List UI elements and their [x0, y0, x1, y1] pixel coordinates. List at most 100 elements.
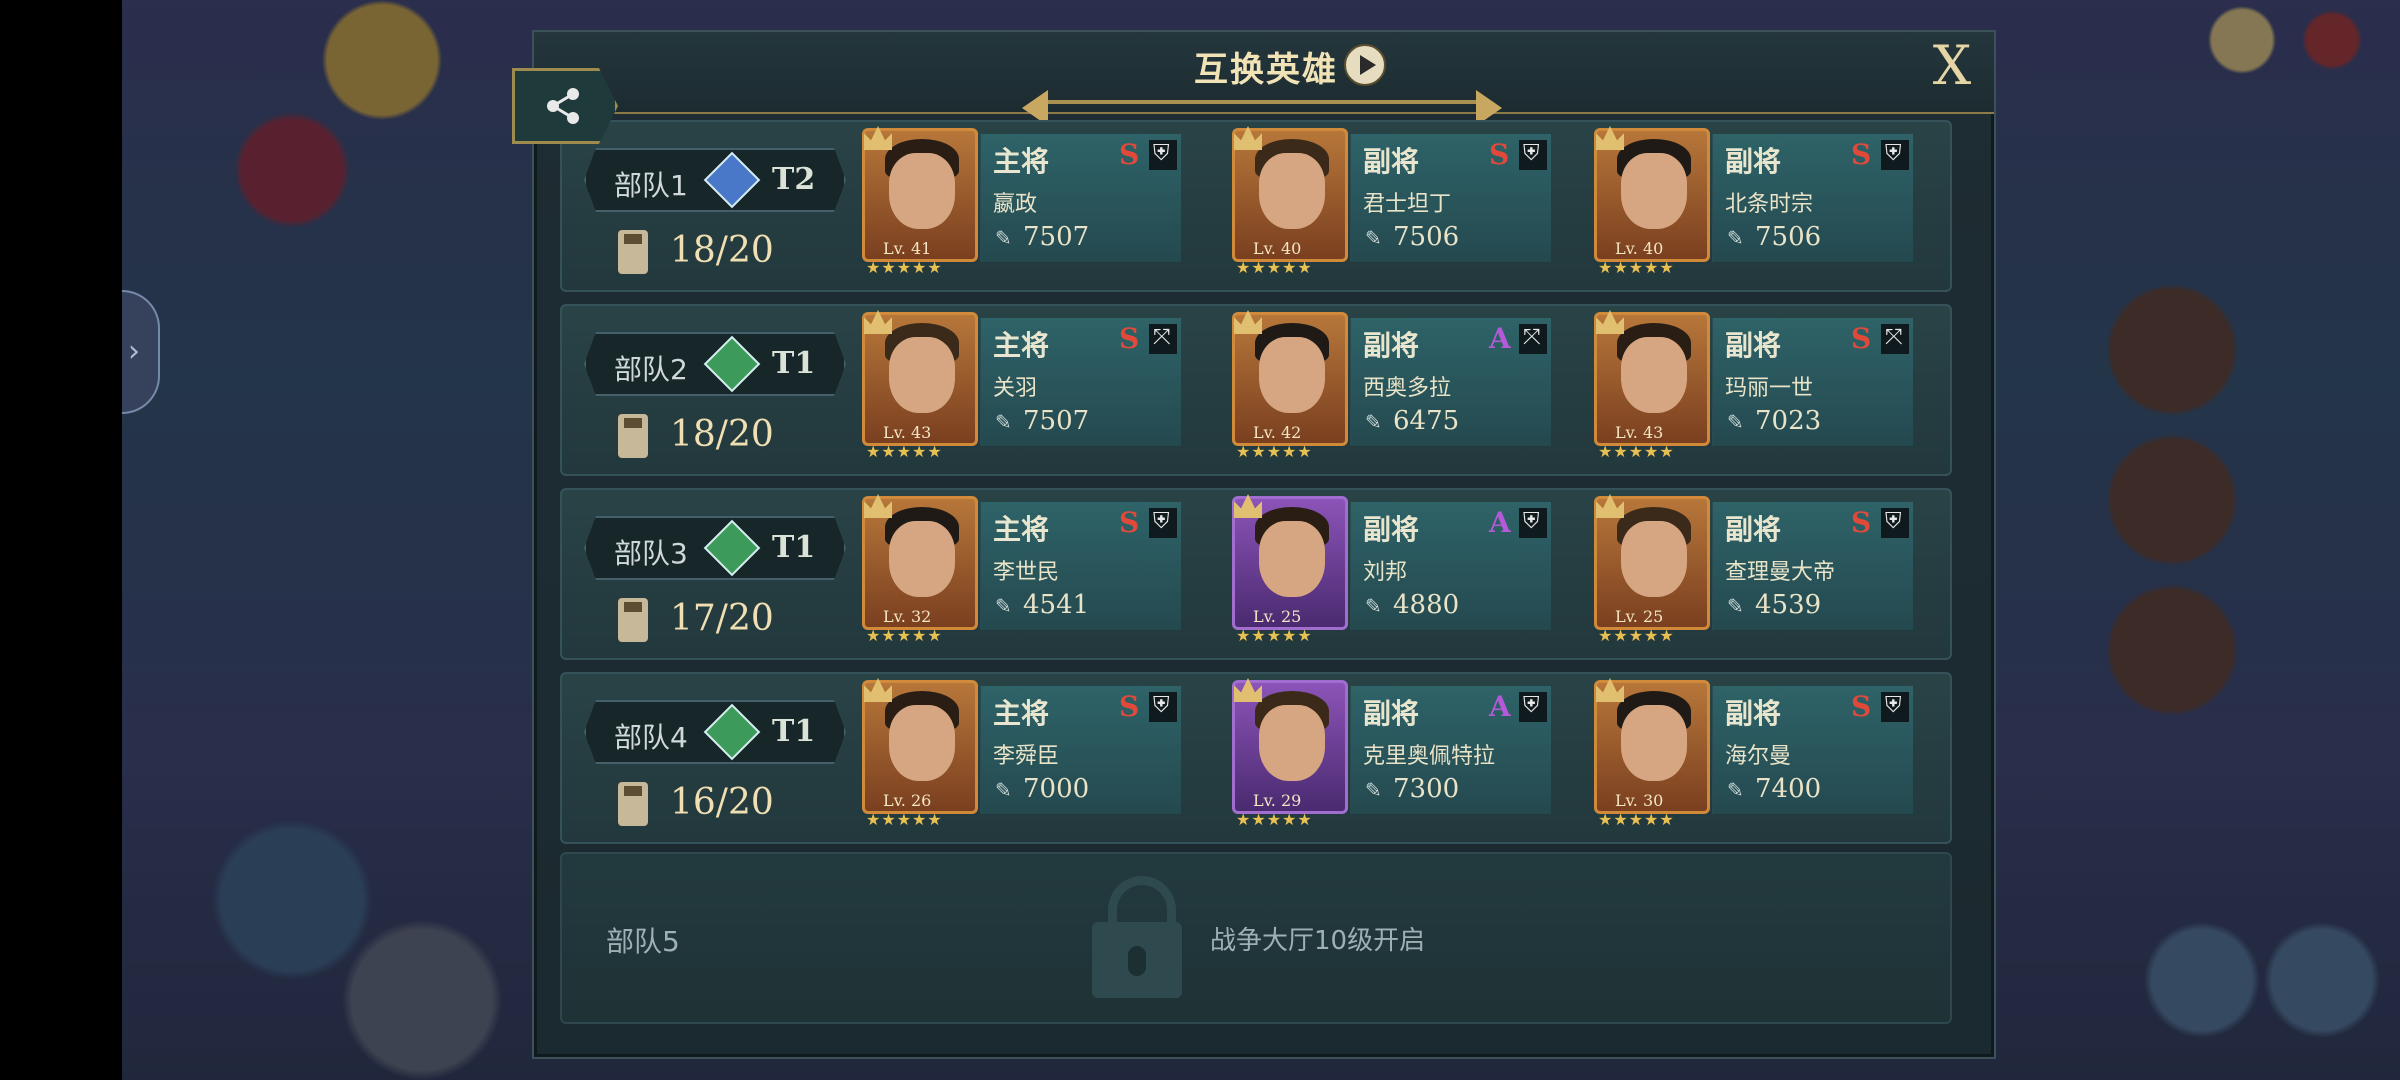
hero-rank: S — [1851, 506, 1872, 539]
hero-power: 7023 — [1755, 406, 1822, 436]
hero-info: 副将 S ⛨ 查理曼大帝 ✎ 4539 — [1712, 502, 1913, 630]
title-bar: 互换英雄 X — [534, 32, 1994, 126]
hero-card[interactable]: Lv. 40 ★★★★★ 副将 S ⛨ 君士坦丁 ✎ 7506 — [1232, 126, 1551, 278]
troop-icon — [618, 414, 648, 458]
hero-rank: A — [1489, 690, 1511, 723]
hero-level: Lv. 43 — [883, 423, 932, 442]
hero-name: 李舜臣 — [993, 744, 1060, 769]
squad-row: 部队3 T1 17/20 Lv. 32 ★★★★★ 主将 S ⛨ 李世民 ✎ 4… — [560, 488, 1952, 660]
tier-icon — [704, 704, 761, 761]
power-icon: ✎ — [995, 410, 1012, 434]
star-rating-icon: ★★★★★ — [1598, 810, 1675, 829]
hero-name: 关羽 — [993, 376, 1038, 401]
hero-role: 副将 — [1725, 697, 1782, 730]
power-icon: ✎ — [995, 226, 1012, 250]
hero-card[interactable]: Lv. 42 ★★★★★ 副将 A ⤧ 西奥多拉 ✎ 6475 — [1232, 310, 1551, 462]
hero-level: Lv. 25 — [1253, 607, 1302, 626]
hero-face — [1259, 521, 1325, 597]
squad-label[interactable]: 部队4 T1 — [584, 700, 846, 764]
hero-level: Lv. 40 — [1615, 239, 1664, 258]
hero-info: 副将 A ⤧ 西奥多拉 ✎ 6475 — [1350, 318, 1551, 446]
star-rating-icon: ★★★★★ — [866, 258, 943, 277]
hero-card[interactable]: Lv. 40 ★★★★★ 副将 S ⛨ 北条时宗 ✎ 7506 — [1594, 126, 1913, 278]
squad-row: 部队2 T1 18/20 Lv. 43 ★★★★★ 主将 S ⤧ 关羽 ✎ 75… — [560, 304, 1952, 476]
shield-icon: ⛨ — [1519, 692, 1547, 722]
power-icon: ✎ — [1365, 778, 1382, 802]
star-rating-icon: ★★★★★ — [1236, 810, 1313, 829]
hero-role: 主将 — [993, 697, 1050, 730]
bow-icon: ⤧ — [1149, 324, 1177, 354]
power-icon: ✎ — [1727, 778, 1744, 802]
hero-face — [889, 153, 955, 229]
hero-face — [889, 705, 955, 781]
troop-count: 16/20 — [670, 782, 774, 823]
star-rating-icon: ★★★★★ — [866, 810, 943, 829]
hero-name: 西奥多拉 — [1363, 376, 1452, 401]
power-icon: ✎ — [1727, 410, 1744, 434]
star-rating-icon: ★★★★★ — [1598, 626, 1675, 645]
hero-info: 副将 S ⛨ 君士坦丁 ✎ 7506 — [1350, 134, 1551, 262]
hero-info: 副将 A ⛨ 刘邦 ✎ 4880 — [1350, 502, 1551, 630]
hero-card[interactable]: Lv. 43 ★★★★★ 主将 S ⤧ 关羽 ✎ 7507 — [862, 310, 1181, 462]
side-expand-tab[interactable]: › — [122, 290, 160, 414]
share-button[interactable] — [512, 68, 618, 144]
hero-power: 7300 — [1393, 774, 1460, 804]
troop-icon — [618, 782, 648, 826]
hero-power: 7506 — [1755, 222, 1822, 252]
hero-card[interactable]: Lv. 32 ★★★★★ 主将 S ⛨ 李世民 ✎ 4541 — [862, 494, 1181, 646]
squad-label[interactable]: 部队2 T1 — [584, 332, 846, 396]
shield-icon: ⛨ — [1519, 140, 1547, 170]
shield-icon: ⛨ — [1149, 140, 1177, 170]
hero-face — [1621, 153, 1687, 229]
hero-card[interactable]: Lv. 43 ★★★★★ 副将 S ⤧ 玛丽一世 ✎ 7023 — [1594, 310, 1913, 462]
hero-power: 4880 — [1393, 590, 1460, 620]
power-icon: ✎ — [1365, 410, 1382, 434]
lock-icon — [1092, 876, 1182, 998]
shield-icon: ⛨ — [1881, 508, 1909, 538]
hero-face — [1621, 337, 1687, 413]
hero-card[interactable]: Lv. 29 ★★★★★ 副将 A ⛨ 克里奥佩特拉 ✎ 7300 — [1232, 678, 1551, 830]
hero-card[interactable]: Lv. 25 ★★★★★ 副将 A ⛨ 刘邦 ✎ 4880 — [1232, 494, 1551, 646]
hero-role: 副将 — [1725, 145, 1782, 178]
play-icon[interactable] — [1344, 44, 1386, 86]
shield-icon: ⛨ — [1149, 508, 1177, 538]
squad-row: 部队4 T1 16/20 Lv. 26 ★★★★★ 主将 S ⛨ 李舜臣 ✎ 7… — [560, 672, 1952, 844]
hero-rank: S — [1119, 690, 1140, 723]
hero-role: 主将 — [993, 329, 1050, 362]
tier-text: T1 — [772, 346, 816, 381]
hero-name: 君士坦丁 — [1363, 192, 1452, 217]
hero-rank: S — [1851, 322, 1872, 355]
hero-level: Lv. 26 — [883, 791, 932, 810]
hero-level: Lv. 43 — [1615, 423, 1664, 442]
squad-row: 部队1 T2 18/20 Lv. 41 ★★★★★ 主将 S ⛨ 嬴政 ✎ 75… — [560, 120, 1952, 292]
power-icon: ✎ — [1727, 226, 1744, 250]
hero-name: 查理曼大帝 — [1725, 560, 1836, 585]
hero-card[interactable]: Lv. 41 ★★★★★ 主将 S ⛨ 嬴政 ✎ 7507 — [862, 126, 1181, 278]
hero-face — [1259, 153, 1325, 229]
shield-icon: ⛨ — [1881, 692, 1909, 722]
hero-power: 7400 — [1755, 774, 1822, 804]
squad-label[interactable]: 部队3 T1 — [584, 516, 846, 580]
hero-role: 副将 — [1363, 697, 1420, 730]
hero-card[interactable]: Lv. 25 ★★★★★ 副将 S ⛨ 查理曼大帝 ✎ 4539 — [1594, 494, 1913, 646]
power-icon: ✎ — [1365, 226, 1382, 250]
hero-face — [889, 337, 955, 413]
hero-card[interactable]: Lv. 26 ★★★★★ 主将 S ⛨ 李舜臣 ✎ 7000 — [862, 678, 1181, 830]
locked-squad-name: 部队5 — [606, 925, 680, 958]
hero-role: 副将 — [1363, 145, 1420, 178]
hero-level: Lv. 32 — [883, 607, 932, 626]
close-button[interactable]: X — [1922, 36, 1982, 96]
hero-card[interactable]: Lv. 30 ★★★★★ 副将 S ⛨ 海尔曼 ✎ 7400 — [1594, 678, 1913, 830]
hero-name: 海尔曼 — [1725, 744, 1792, 769]
troop-icon — [618, 598, 648, 642]
hero-face — [889, 521, 955, 597]
hero-rank: S — [1119, 322, 1140, 355]
hero-face — [1259, 337, 1325, 413]
tier-icon — [704, 520, 761, 577]
shield-icon: ⛨ — [1519, 508, 1547, 538]
panel-title: 互换英雄 — [1194, 50, 1338, 90]
hero-level: Lv. 29 — [1253, 791, 1302, 810]
troop-count: 17/20 — [670, 598, 774, 639]
tier-text: T2 — [772, 162, 816, 197]
squad-label[interactable]: 部队1 T2 — [584, 148, 846, 212]
